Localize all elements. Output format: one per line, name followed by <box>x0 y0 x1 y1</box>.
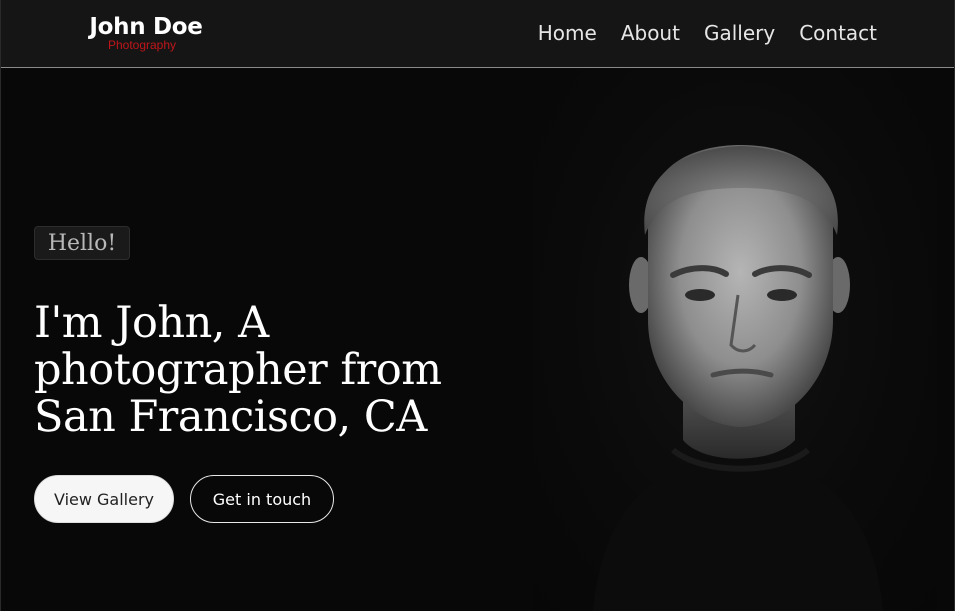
view-gallery-button[interactable]: View Gallery <box>34 475 174 523</box>
main-nav: Home About Gallery Contact <box>514 20 877 46</box>
nav-about-link[interactable]: About <box>621 20 680 46</box>
site-header: John Doe Photography Home About Gallery … <box>1 0 954 68</box>
nav-contact-link[interactable]: Contact <box>799 20 877 46</box>
portrait-photo <box>533 70 937 611</box>
greeting-badge: Hello! <box>34 226 130 260</box>
page: John Doe Photography Home About Gallery … <box>0 0 955 611</box>
nav-gallery-link[interactable]: Gallery <box>704 20 775 46</box>
brand-name: John Doe <box>89 14 203 40</box>
get-in-touch-button[interactable]: Get in touch <box>190 475 334 523</box>
hero-title-line-1: I'm John, A <box>34 298 269 348</box>
hero-title-line-3: San Francisco, CA <box>34 392 427 442</box>
portrait-illustration <box>593 145 883 611</box>
hero-title: I'm John, A photographer from San Franci… <box>34 300 504 441</box>
brand-logo[interactable]: John Doe Photography <box>89 13 210 51</box>
nav-home-link[interactable]: Home <box>538 20 597 46</box>
hero-title-line-2: photographer from <box>34 345 442 395</box>
